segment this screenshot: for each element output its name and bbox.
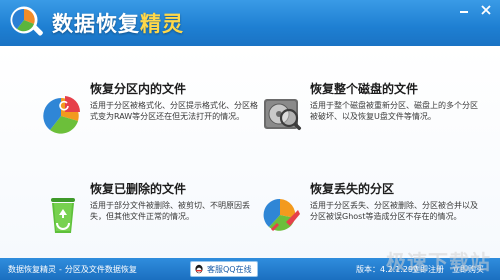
card-title: 恢复已删除的文件 [90,182,187,196]
card-description: 适用于分区被格式化、分区提示格式化、分区格式变为RAW等分区还在但无法打开的情况… [90,101,258,121]
card-title: 恢复丢失的分区 [310,182,395,196]
minimize-icon [460,11,468,13]
watermark: 极速下载站 [386,250,491,274]
qq-icon [195,264,203,273]
status-separator: - [59,265,62,274]
recover-deleted-files-card[interactable]: 恢复已删除的文件 适用于部分文件被删除、被剪切、不明原因丢失，但其他文件正常的情… [42,180,262,270]
title-bar: 数据恢复精灵 [0,0,500,46]
card-description: 适用于整个磁盘被重新分区、磁盘上的多个分区被破坏、以及恢复U盘文件等情况。 [310,101,478,121]
pie-chart-icon [43,96,81,134]
qq-service-button[interactable]: 客服QQ在线 [190,261,258,277]
card-description: 适用于部分文件被删除、被剪切、不明原因丢失，但其他文件正常的情况。 [90,201,250,221]
status-subtitle: 分区及文件数据恢复 [64,265,137,274]
card-description: 适用于分区丢失、分区被删除、分区被合并以及分区被误Ghost等造成分区不存在的情… [310,201,478,221]
minimize-button[interactable] [454,2,474,18]
card-title: 恢复整个磁盘的文件 [310,82,419,96]
status-app-info: 数据恢复精灵 - 分区及文件数据恢复 [8,264,137,275]
qq-label: 客服QQ在线 [207,264,252,274]
recover-whole-disk-card[interactable]: 恢复整个磁盘的文件 适用于整个磁盘被重新分区、磁盘上的多个分区被破坏、以及恢复U… [262,80,482,170]
status-app-name: 数据恢复精灵 [8,265,56,274]
main-panel: 恢复分区内的文件 适用于分区被格式化、分区提示格式化、分区格式变为RAW等分区还… [0,46,500,258]
partition-restore-icon [263,198,300,232]
hard-disk-icon [264,99,302,131]
card-title: 恢复分区内的文件 [90,82,187,96]
app-title: 数据恢复精灵 [52,12,184,36]
recycle-bin-icon [51,198,75,233]
app-logo-icon [10,6,43,36]
window-controls [454,2,496,18]
close-button[interactable] [476,2,496,18]
recover-partition-files-card[interactable]: 恢复分区内的文件 适用于分区被格式化、分区提示格式化、分区格式变为RAW等分区还… [42,80,262,170]
close-icon [481,5,491,15]
